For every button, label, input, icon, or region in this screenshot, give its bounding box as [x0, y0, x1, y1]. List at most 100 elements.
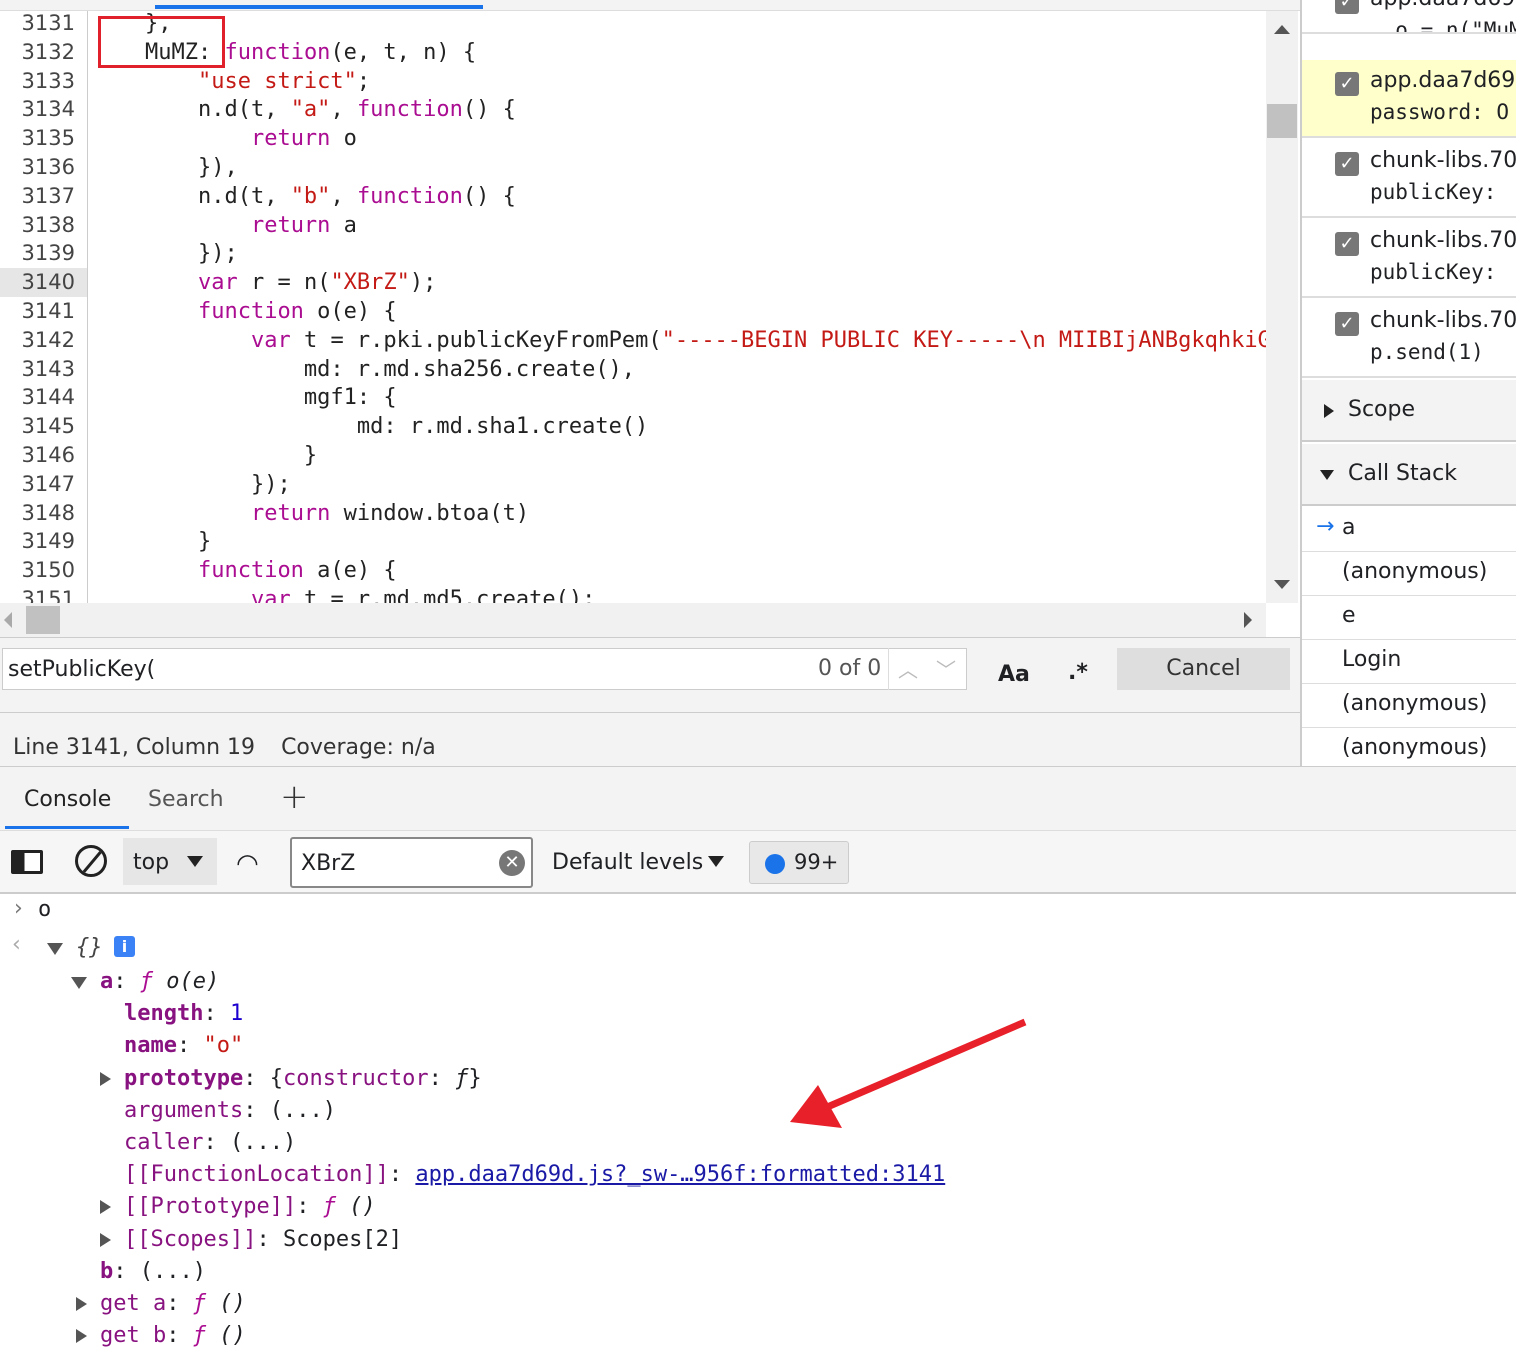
context-selector[interactable]: top — [123, 838, 217, 885]
property-row[interactable]: get a: ƒ () — [100, 1288, 246, 1320]
code-line: md: r.md.sha1.create() — [92, 412, 648, 441]
show-sidebar-icon[interactable] — [11, 850, 43, 874]
line-number[interactable]: 3138 — [22, 211, 75, 240]
breakpoint-file: chunk-libs.701 — [1370, 228, 1516, 253]
expand-icon[interactable] — [100, 1071, 111, 1086]
call-stack-frame[interactable]: (anonymous) — [1302, 684, 1516, 728]
expand-right-icon — [1324, 404, 1334, 418]
line-number[interactable]: 3147 — [22, 470, 75, 499]
line-number[interactable]: 3148 — [22, 499, 75, 528]
property-row: arguments: (...) — [124, 1095, 336, 1127]
console-filter-input[interactable]: XBrZ ✕ — [290, 837, 533, 888]
line-number[interactable]: 3149 — [22, 527, 75, 556]
call-stack-frame[interactable]: Login — [1302, 640, 1516, 684]
line-number[interactable]: 3131 — [22, 11, 75, 38]
breakpoint-item[interactable]: ✓ chunk-libs.701 publicKey: — [1302, 140, 1516, 218]
line-number[interactable]: 3133 — [22, 67, 75, 96]
breakpoint-checkbox[interactable]: ✓ — [1335, 0, 1359, 14]
active-file-tab-indicator[interactable] — [155, 5, 483, 9]
line-number[interactable]: 3144 — [22, 383, 75, 412]
code-line: return o — [92, 124, 357, 153]
vertical-scrollbar[interactable] — [1266, 11, 1298, 603]
property-row[interactable]: [[Scopes]]: Scopes[2] — [124, 1224, 402, 1256]
clear-filter-icon[interactable]: ✕ — [499, 850, 525, 876]
call-stack-frame[interactable]: → a — [1302, 508, 1516, 552]
message-icon — [765, 854, 785, 874]
scroll-right-icon[interactable] — [1244, 612, 1252, 628]
annotation-highlight-box — [98, 16, 225, 68]
next-match-icon[interactable]: ﹀ — [936, 654, 956, 683]
collapse-icon[interactable] — [71, 977, 87, 989]
line-number[interactable]: 3137 — [22, 182, 75, 211]
property-value: ƒ — [192, 1323, 206, 1349]
scroll-up-icon[interactable] — [1274, 25, 1290, 34]
function-location-link[interactable]: app.daa7d69d.js?_sw-…956f:formatted:3141 — [415, 1162, 945, 1187]
breakpoint-checkbox[interactable]: ✓ — [1335, 232, 1359, 256]
property-value: ƒ — [455, 1065, 469, 1091]
breakpoint-checkbox[interactable]: ✓ — [1335, 312, 1359, 336]
expand-icon[interactable] — [76, 1329, 87, 1344]
property-row[interactable]: a: ƒ o(e) — [100, 966, 219, 998]
collapse-icon[interactable] — [47, 943, 63, 955]
line-number[interactable]: 3143 — [22, 355, 75, 384]
call-stack-frame[interactable]: e — [1302, 596, 1516, 640]
line-number[interactable]: 3145 — [22, 412, 75, 441]
property-value: : — [428, 1065, 456, 1091]
expand-icon[interactable] — [100, 1200, 111, 1215]
breakpoint-checkbox[interactable]: ✓ — [1335, 72, 1359, 96]
issues-counter-button[interactable]: 99+ — [749, 841, 849, 884]
regex-button[interactable]: .* — [1068, 660, 1088, 685]
line-number[interactable]: 3140 — [0, 268, 87, 298]
breakpoint-item[interactable]: ✓ app.daa7d69d.js , o = n("MuMZ") — [1302, 0, 1516, 34]
line-number[interactable]: 3134 — [22, 95, 75, 124]
line-number[interactable]: 3151 — [22, 585, 75, 603]
line-number[interactable]: 3136 — [22, 153, 75, 182]
line-number-gutter[interactable]: 3131 3132 3133 3134 3135 3136 3137 3138 3139 3140… — [0, 11, 88, 603]
call-stack-frame[interactable]: (anonymous) — [1302, 728, 1516, 766]
line-number[interactable]: 3142 — [22, 326, 75, 355]
call-stack-section-header[interactable]: Call Stack — [1302, 444, 1516, 506]
property-key: a — [100, 969, 114, 994]
live-expression-eye-icon[interactable]: ◠ — [236, 849, 259, 879]
breakpoint-file: chunk-libs.701 — [1370, 148, 1516, 173]
code-editor[interactable]: }, MuMZ: function(e, t, n) { "use strict… — [92, 11, 1266, 603]
tab-console[interactable]: Console — [24, 787, 111, 812]
line-number[interactable]: 3150 — [22, 556, 75, 585]
property-key: length — [124, 1001, 204, 1027]
tab-search[interactable]: Search — [148, 787, 224, 812]
line-number[interactable]: 3135 — [22, 124, 75, 153]
property-row[interactable]: get b: ƒ () — [100, 1320, 246, 1352]
breakpoint-item[interactable]: ✓ chunk-libs.701 publicKey: — [1302, 220, 1516, 298]
call-stack-frame[interactable]: (anonymous) — [1302, 552, 1516, 596]
cancel-button[interactable]: Cancel — [1117, 648, 1290, 690]
previous-match-icon[interactable]: ︿ — [898, 654, 918, 683]
scroll-left-icon[interactable] — [4, 612, 12, 628]
scope-section-header[interactable]: Scope — [1302, 380, 1516, 442]
log-levels-dropdown[interactable]: Default levels — [552, 850, 703, 875]
result-summary[interactable]: {} — [76, 932, 103, 964]
call-stack-label: Call Stack — [1348, 461, 1457, 486]
breakpoint-item[interactable]: ✓ chunk-libs.701 p.send(1) — [1302, 300, 1516, 378]
line-number[interactable]: 3139 — [22, 239, 75, 268]
line-number[interactable]: 3146 — [22, 441, 75, 470]
match-case-button[interactable]: Aa — [998, 662, 1030, 687]
property-row[interactable]: [[Prototype]]: ƒ () — [124, 1191, 376, 1223]
scroll-down-icon[interactable] — [1274, 580, 1290, 589]
code-token: n.d(t, — [197, 97, 291, 123]
add-tab-button[interactable]: + — [280, 777, 309, 817]
info-icon[interactable]: i — [114, 936, 135, 957]
horizontal-scrollbar[interactable] — [0, 603, 1266, 637]
clear-console-icon[interactable] — [75, 845, 107, 877]
line-number[interactable]: 3141 — [22, 297, 75, 326]
horizontal-scrollbar-thumb[interactable] — [26, 606, 60, 634]
expand-icon[interactable] — [76, 1297, 87, 1311]
breakpoint-checkbox[interactable]: ✓ — [1335, 152, 1359, 176]
line-number[interactable]: 3132 — [22, 38, 75, 67]
vertical-scrollbar-thumb[interactable] — [1267, 104, 1297, 138]
breakpoint-item[interactable]: ✓ app.daa7d69d.js password: O — [1302, 60, 1516, 138]
expand-icon[interactable] — [100, 1232, 111, 1247]
property-row[interactable]: prototype: {constructor: ƒ} — [124, 1063, 482, 1095]
property-value: : (...) — [113, 1258, 206, 1284]
console-output[interactable]: › o ‹ {} i a: ƒ o(e) length: 1 name: "o" pr… — [0, 894, 1516, 1353]
property-key: prototype — [124, 1065, 244, 1091]
